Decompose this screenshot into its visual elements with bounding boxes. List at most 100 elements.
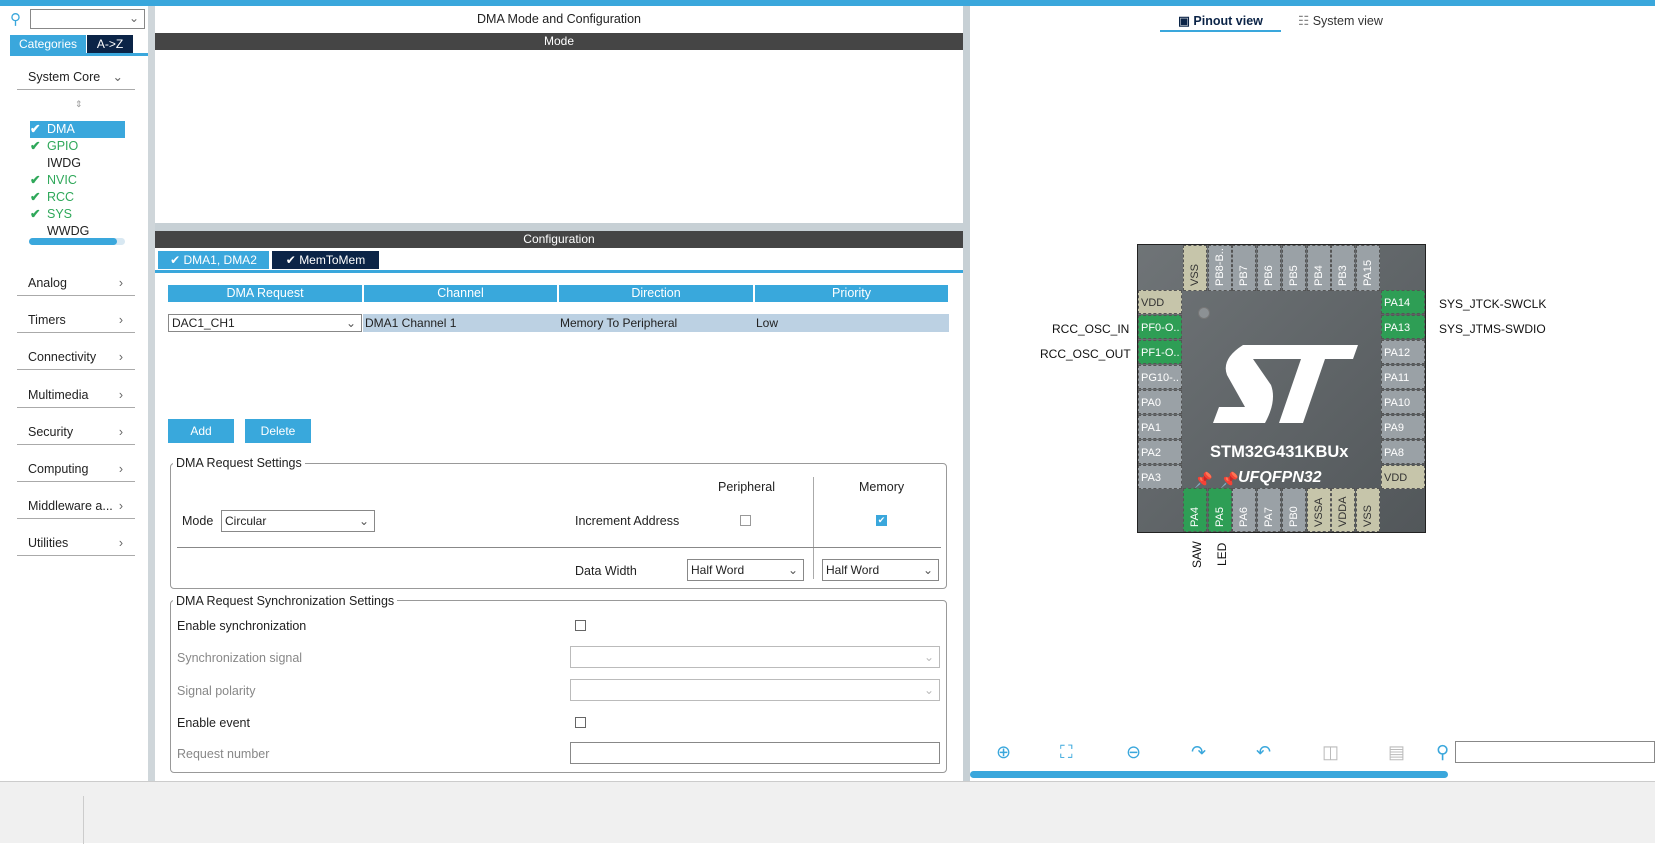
enable-sync-checkbox[interactable]: [575, 620, 586, 631]
pin-top[interactable]: PB6: [1257, 245, 1282, 291]
pin-top[interactable]: PB4: [1306, 245, 1331, 291]
memory-increment-checkbox[interactable]: ✔: [876, 515, 887, 526]
memory-data-width-select[interactable]: Half Word ⌄: [822, 559, 939, 581]
pin-left[interactable]: PA3: [1138, 465, 1182, 489]
pin-top[interactable]: PB8-B..: [1207, 245, 1232, 291]
sort-icon[interactable]: ⇕: [75, 99, 83, 110]
pin-top[interactable]: PA15: [1355, 245, 1380, 291]
pin-right[interactable]: PA13: [1381, 315, 1425, 339]
pin-bottom[interactable]: PB0: [1281, 488, 1306, 532]
pin-left[interactable]: PF0-O..: [1138, 315, 1182, 339]
pin-right[interactable]: PA12: [1381, 340, 1425, 364]
pin-left[interactable]: PA2: [1138, 440, 1182, 464]
pin-left[interactable]: PA1: [1138, 415, 1182, 439]
pin-right[interactable]: PA10: [1381, 390, 1425, 414]
chevron-right-icon: ›: [118, 499, 123, 514]
scrollbar[interactable]: [29, 238, 125, 245]
pin-right[interactable]: PA9: [1381, 415, 1425, 439]
category-analog[interactable]: Analog ›: [17, 270, 135, 296]
peripheral-gpio[interactable]: ✔ GPIO: [30, 138, 125, 155]
categories-panel: ⚲ ⌄ Categories A->Z System Core ⌄ ⇕ ✔ DMA ✔…: [0, 6, 148, 781]
grid-icon: ☷: [1298, 14, 1313, 28]
peripheral-nvic[interactable]: ✔ NVIC: [30, 172, 125, 189]
zoom-out-icon[interactable]: ⊖: [1126, 742, 1141, 763]
category-utilities[interactable]: Utilities ›: [17, 530, 135, 557]
peripheral-sys[interactable]: ✔ SYS: [30, 206, 125, 223]
enable-event-checkbox[interactable]: [575, 717, 586, 728]
fit-screen-icon[interactable]: ⛶: [1060, 742, 1073, 763]
search-icon[interactable]: ⚲: [1436, 742, 1449, 763]
category-timers[interactable]: Timers ›: [17, 307, 135, 334]
tab-dma1-dma2[interactable]: ✔ DMA1, DMA2: [158, 251, 269, 269]
mode-select[interactable]: Circular ⌄: [221, 510, 375, 532]
category-security[interactable]: Security ›: [17, 419, 135, 445]
pin-bottom[interactable]: VDDA: [1331, 488, 1356, 532]
category-computing[interactable]: Computing ›: [17, 456, 135, 482]
peripheral-dma[interactable]: ✔ DMA: [30, 121, 125, 138]
pin-label: PB8-B..: [1213, 248, 1226, 286]
delete-button[interactable]: Delete: [245, 419, 311, 443]
category-label: Analog: [28, 276, 67, 290]
tab-pinout-view[interactable]: ▣ Pinout view: [1160, 13, 1281, 32]
peripheral-rcc[interactable]: ✔ RCC: [30, 189, 125, 206]
mode-label: Mode: [182, 514, 214, 528]
category-multimedia[interactable]: Multimedia ›: [17, 382, 135, 408]
request-number-input[interactable]: [570, 742, 940, 764]
pin-right[interactable]: PA11: [1381, 365, 1425, 389]
pin-left[interactable]: PF1-O..: [1138, 340, 1182, 364]
dma-request-select[interactable]: DAC1_CH1 ⌄: [168, 314, 362, 332]
peripheral-iwdg[interactable]: IWDG: [30, 155, 125, 172]
pin-top[interactable]: PB5: [1281, 245, 1306, 291]
pin-bottom[interactable]: PA4: [1183, 488, 1207, 532]
flip-vertical-icon[interactable]: ◫: [1322, 742, 1339, 763]
pin-right[interactable]: VDD: [1381, 465, 1425, 489]
peripheral-increment-checkbox[interactable]: [740, 515, 751, 526]
peripheral-data-width-select[interactable]: Half Word ⌄: [687, 559, 804, 581]
tab-a-z[interactable]: A->Z: [87, 35, 133, 53]
peripheral-label: GPIO: [47, 139, 79, 153]
tab-label: DMA1, DMA2: [183, 253, 257, 267]
pin-top[interactable]: VSS: [1183, 245, 1207, 291]
scrollbar[interactable]: [148, 6, 155, 781]
select-value: Circular: [225, 514, 267, 528]
sync-signal-label: Synchronization signal: [177, 651, 303, 665]
tab-system-view[interactable]: ☷ System view: [1298, 13, 1383, 28]
category-connectivity[interactable]: Connectivity ›: [17, 344, 135, 371]
category-middleware-a-[interactable]: Middleware a... ›: [17, 493, 135, 520]
rotate-left-icon[interactable]: ↶: [1256, 742, 1271, 763]
rotate-right-icon[interactable]: ↷: [1191, 742, 1206, 763]
table-cell[interactable]: Low: [754, 314, 949, 332]
pin-bottom[interactable]: VSSA: [1306, 488, 1331, 532]
tab-categories[interactable]: Categories: [10, 35, 86, 53]
table-cell[interactable]: DMA1 Channel 1: [363, 314, 558, 332]
pin-label: PA11: [1384, 372, 1410, 384]
pin-right[interactable]: PA14: [1381, 290, 1425, 314]
pin-left[interactable]: PA0: [1138, 390, 1182, 414]
check-icon: ✔: [30, 173, 41, 187]
check-icon: ✔: [285, 253, 300, 267]
pin-bottom[interactable]: PA6: [1232, 488, 1257, 532]
horizontal-scrollbar[interactable]: [970, 771, 1448, 778]
table-cell[interactable]: Memory To Peripheral: [558, 314, 754, 332]
pin-label: PA10: [1384, 397, 1411, 409]
pin-search-input[interactable]: [1455, 741, 1655, 763]
pushpin-icon: 📌: [1220, 472, 1239, 489]
add-button[interactable]: Add: [168, 419, 234, 443]
splitter[interactable]: [963, 6, 970, 781]
pin-left[interactable]: PG10-..: [1138, 365, 1182, 389]
pin-bottom[interactable]: PA7: [1257, 488, 1282, 532]
pin-label: PF1-O..: [1141, 347, 1180, 359]
pin-bottom[interactable]: VSS: [1355, 488, 1380, 532]
category-system-core[interactable]: System Core ⌄: [17, 64, 135, 90]
tab-memtomem[interactable]: ✔ MemToMem: [272, 251, 379, 269]
pin-bottom[interactable]: PA5: [1207, 488, 1232, 532]
pin-top[interactable]: PB3: [1331, 245, 1356, 291]
pin-top[interactable]: PB7: [1232, 245, 1257, 291]
search-combo[interactable]: ⌄: [30, 9, 145, 29]
pin-left[interactable]: VDD: [1138, 290, 1182, 314]
sync-signal-select[interactable]: ⌄: [570, 646, 940, 668]
signal-polarity-select[interactable]: ⌄: [570, 679, 940, 701]
pin-right[interactable]: PA8: [1381, 440, 1425, 464]
flip-horizontal-icon[interactable]: ▤: [1388, 742, 1405, 763]
zoom-in-icon[interactable]: ⊕: [996, 742, 1011, 763]
